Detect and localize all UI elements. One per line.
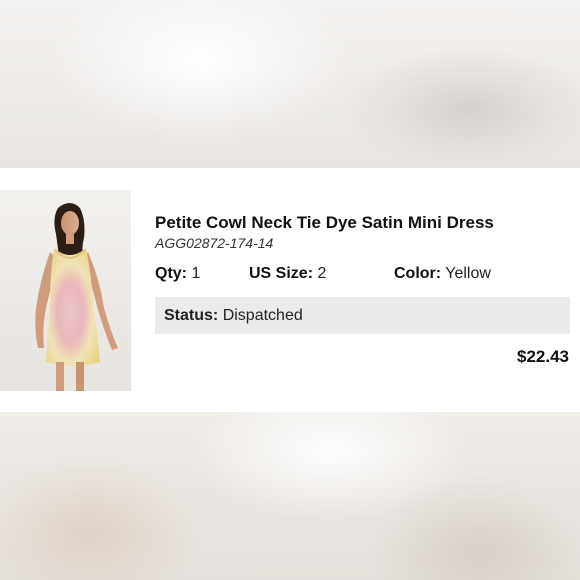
color-label: Color:	[394, 265, 442, 282]
product-title[interactable]: Petite Cowl Neck Tie Dye Satin Mini Dres…	[155, 213, 494, 233]
item-price: $22.43	[517, 347, 569, 366]
color-value: Yellow	[445, 265, 491, 282]
status-label: Status:	[164, 307, 219, 324]
listing-photo: Petite Cowl Neck Tie Dye Satin Mini Dres…	[0, 0, 580, 580]
quantity-info: Qty: 1	[155, 265, 200, 283]
quantity-label: Qty:	[155, 265, 187, 282]
size-info: US Size: 2	[249, 265, 326, 283]
blurred-background-bottom	[0, 412, 580, 580]
color-info: Color: Yellow	[394, 265, 491, 283]
blurred-background-top	[0, 0, 580, 168]
product-image[interactable]	[0, 190, 131, 391]
status-bar: Status: Dispatched	[155, 297, 570, 334]
quantity-value: 1	[191, 265, 201, 282]
product-sku: AGG02872-174-14	[155, 235, 274, 251]
order-item-card: Petite Cowl Neck Tie Dye Satin Mini Dres…	[0, 168, 580, 412]
size-label: US Size:	[249, 265, 314, 282]
status-value: Dispatched	[222, 307, 303, 324]
size-value: 2	[317, 265, 327, 282]
